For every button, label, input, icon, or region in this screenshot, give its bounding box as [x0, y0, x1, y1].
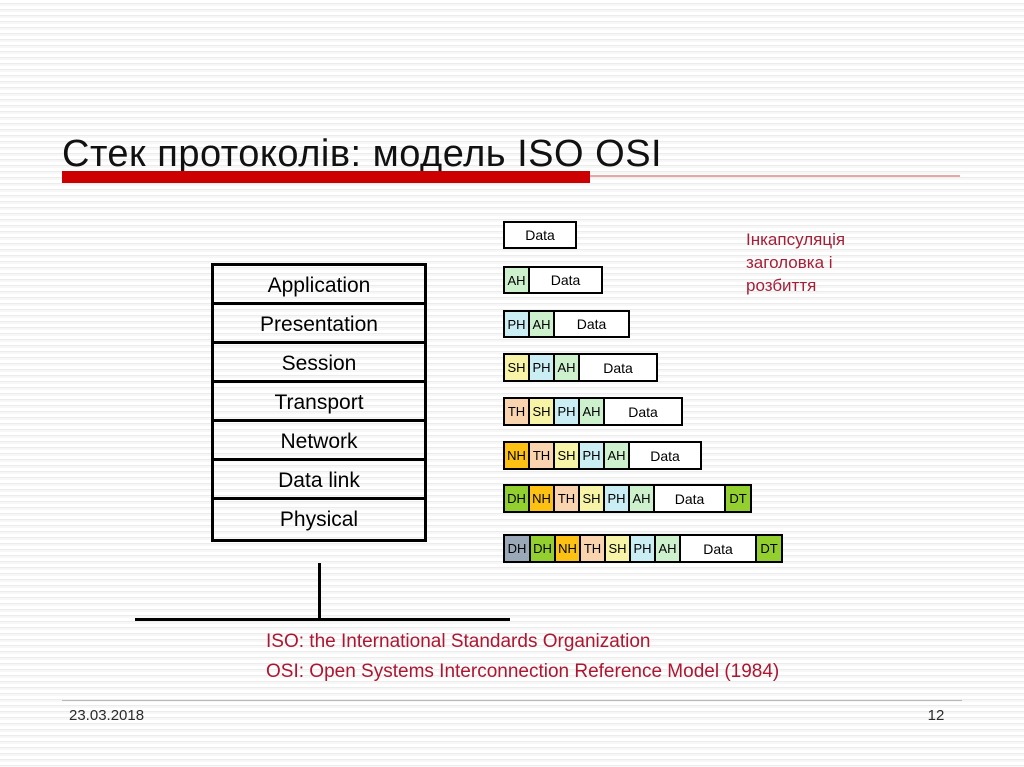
pdu-cell-ph: PH — [505, 312, 530, 336]
pdu-cell-ah: AH — [530, 312, 555, 336]
pdu-cell-dh: DH — [531, 536, 556, 561]
osi-layer-session: Session — [214, 344, 424, 383]
pdu-cell-data: Data — [681, 536, 757, 561]
pdu-cell-data: Data — [530, 268, 601, 292]
page-title: Стек протоколів: модель ISO OSI — [62, 133, 663, 176]
osi-layer-network: Network — [214, 422, 424, 461]
pdu-row-session: SH PH AH Data — [503, 353, 658, 382]
acronym-caption-line: ISO: the International Standards Organiz… — [266, 631, 651, 652]
pdu-cell-th: TH — [505, 399, 530, 424]
footer-page-number: 12 — [927, 707, 945, 724]
osi-layer-data-link: Data link — [214, 461, 424, 500]
pdu-cell-ph: PH — [580, 443, 605, 468]
pdu-cell-data: Data — [605, 399, 681, 424]
pdu-cell-ah: AH — [505, 268, 530, 292]
encapsulation-note: Інкапсуляція заголовка і розбиття — [746, 228, 956, 297]
pdu-cell-ah: AH — [580, 399, 605, 424]
pdu-cell-ph: PH — [555, 399, 580, 424]
title-underline-accent — [62, 171, 590, 183]
pdu-cell-data: Data — [655, 486, 726, 511]
pdu-cell-th: TH — [530, 443, 555, 468]
osi-layer-physical: Physical — [279, 508, 359, 531]
pdu-row-presentation: PH AH Data — [503, 310, 630, 338]
acronym-caption-line: OSI: Open Systems Interconnection Refere… — [266, 661, 780, 682]
stack-connector-horizontal — [135, 618, 510, 621]
pdu-row-transport: TH SH PH AH Data — [503, 397, 683, 426]
stack-connector-vertical — [318, 563, 321, 621]
pdu-cell-data: Data — [505, 223, 575, 247]
pdu-cell-sh: SH — [530, 399, 555, 424]
pdu-cell-dh: DH — [505, 536, 531, 561]
osi-layer-application: Application — [214, 266, 424, 305]
pdu-cell-ph: PH — [530, 355, 555, 380]
pdu-cell-th: TH — [581, 536, 606, 561]
pdu-cell-ph: PH — [631, 536, 656, 561]
pdu-row-application-data: Data — [503, 221, 577, 249]
pdu-row-application: AH Data — [503, 266, 603, 294]
pdu-row-physical: DH DH NH TH SH PH AH Data DT — [503, 534, 783, 563]
osi-layer-transport: Transport — [214, 383, 424, 422]
pdu-cell-nh: NH — [556, 536, 581, 561]
pdu-row-network: NH TH SH PH AH Data — [503, 441, 702, 470]
pdu-cell-sh: SH — [606, 536, 631, 561]
pdu-cell-ah: AH — [656, 536, 681, 561]
pdu-cell-th: TH — [555, 486, 580, 511]
pdu-cell-sh: SH — [555, 443, 580, 468]
pdu-cell-dt: DT — [726, 486, 750, 511]
acronym-captions: ISO: the International Standards Organiz… — [266, 627, 779, 687]
encapsulation-note-line: заголовка і — [746, 253, 833, 272]
encapsulation-note-line: Інкапсуляція — [746, 230, 846, 249]
pdu-cell-dt: DT — [757, 536, 781, 561]
pdu-cell-data: Data — [630, 443, 700, 468]
pdu-cell-dh: DH — [505, 486, 530, 511]
pdu-cell-ah: AH — [630, 486, 655, 511]
pdu-cell-ah: AH — [555, 355, 580, 380]
pdu-cell-data: Data — [580, 355, 656, 380]
pdu-cell-data: Data — [555, 312, 628, 336]
footer-divider — [62, 700, 962, 701]
pdu-cell-nh: NH — [505, 443, 530, 468]
osi-layer-presentation: Presentation — [214, 305, 424, 344]
osi-layer-stack: Application Presentation Session Transport N… — [211, 263, 427, 542]
pdu-cell-sh: SH — [580, 486, 605, 511]
pdu-cell-sh: SH — [505, 355, 530, 380]
pdu-cell-ph: PH — [605, 486, 630, 511]
footer-date: 23.03.2018 — [69, 707, 145, 724]
pdu-row-data-link: DH NH TH SH PH AH Data DT — [503, 484, 752, 513]
pdu-cell-nh: NH — [530, 486, 555, 511]
encapsulation-note-line: розбиття — [746, 276, 817, 295]
pdu-cell-ah: AH — [605, 443, 630, 468]
